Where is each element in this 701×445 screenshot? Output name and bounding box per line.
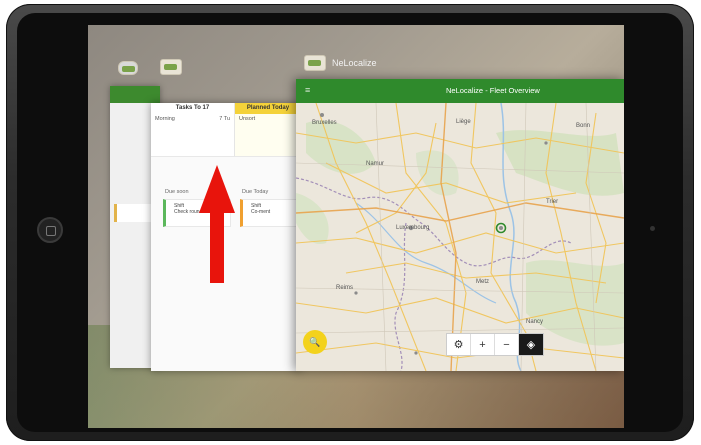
column-header: Tasks To 17: [175, 105, 210, 111]
map-label: Metz: [476, 279, 490, 285]
map-label: Bruxelles: [312, 120, 337, 126]
app-card-map[interactable]: ≡ NeLocalize - Fleet Overview Bruxelles …: [296, 79, 624, 371]
board-column: Planned Today Unsort: [235, 103, 301, 157]
task-item[interactable]: Shift Co-ment: [240, 199, 301, 227]
app-bar: ≡ NeLocalize - Fleet Overview: [296, 79, 624, 103]
app-switcher-label-2[interactable]: [160, 59, 188, 75]
map-label: Nancy: [526, 319, 544, 325]
app-title: NeLocalize - Fleet Overview: [446, 86, 540, 95]
app-icon: [304, 55, 326, 71]
board-column: Tasks To 17 Morning 7 Tu: [151, 103, 235, 157]
section-label: Due soon: [165, 189, 189, 195]
app-switcher-screen: NeLocalize Tasks To 17 Morning 7 Tu Plan…: [88, 25, 624, 428]
column-header: Planned Today: [235, 103, 301, 114]
search-icon: 🔍: [309, 336, 321, 347]
task-subtitle: Co-ment: [251, 209, 271, 215]
settings-button[interactable]: ⚙: [447, 334, 471, 355]
column-sub-left: Morning: [155, 116, 175, 122]
app-name: NeLocalize: [332, 58, 377, 68]
zoom-out-button[interactable]: −: [495, 334, 519, 355]
app-switcher-label-3[interactable]: NeLocalize: [304, 55, 377, 71]
section-label: Due Today: [242, 189, 269, 195]
hamburger-icon[interactable]: ≡: [305, 85, 310, 95]
camera-lens: [650, 226, 655, 231]
map-label: Liège: [456, 119, 471, 125]
column-subheader: Morning 7 Tu: [151, 114, 234, 124]
swipe-up-arrow-icon: [199, 165, 235, 283]
zoom-in-button[interactable]: +: [471, 334, 495, 355]
app-switcher-label-1[interactable]: [118, 61, 138, 75]
search-fab[interactable]: 🔍: [303, 330, 327, 354]
map-label: Luxembourg: [396, 225, 430, 231]
home-button[interactable]: [37, 217, 63, 243]
layers-button[interactable]: ◈: [519, 334, 543, 355]
map-view[interactable]: [296, 103, 624, 371]
column-sub-right: 7 Tu: [219, 116, 230, 122]
column-sub-left: Unsort: [239, 116, 256, 122]
app-icon: [118, 61, 138, 75]
column-subheader: Unsort: [235, 114, 301, 124]
map-label: Bonn: [576, 123, 591, 129]
app-icon: [160, 59, 182, 75]
map-label: Trier: [546, 199, 559, 205]
map-label: Namur: [366, 161, 385, 167]
app-bar: [110, 86, 160, 103]
map-zoom-controls: ⚙ + − ◈: [446, 333, 544, 356]
map-label: Reims: [336, 285, 354, 291]
